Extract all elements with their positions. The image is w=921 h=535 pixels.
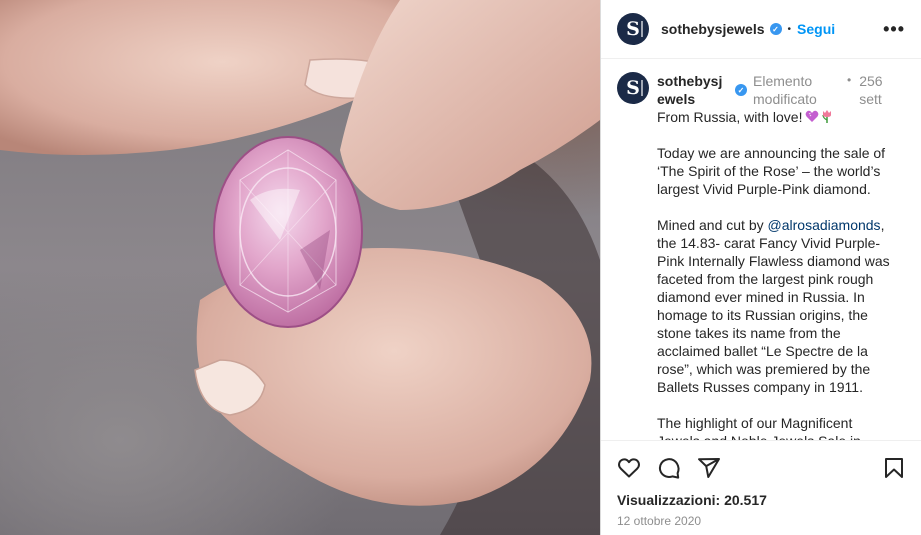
avatar[interactable]: S [617, 13, 649, 45]
caption-verified-mark: ✓ [737, 85, 745, 95]
tulip-icon [821, 109, 833, 124]
post-date[interactable]: 12 ottobre 2020 [617, 514, 906, 528]
post-actions: Visualizzazioni: 20.517 12 ottobre 2020 [601, 440, 921, 535]
more-options-icon[interactable]: ••• [883, 19, 905, 40]
action-icons [617, 441, 906, 495]
caption-paragraph-3: Mined and cut by @alrosadiamonds, the 14… [657, 216, 897, 396]
comment-icon[interactable] [657, 456, 681, 480]
verified-badge-icon: ✓ [769, 23, 782, 35]
mention-link[interactable]: @alrosadiamonds [768, 217, 881, 233]
caption-avatar-letter: S [626, 77, 640, 99]
caption-text: From Russia, with love! Today we are ann… [657, 108, 897, 440]
avatar-letter: S [626, 18, 640, 40]
caption-paragraph-2: Today we are announcing the sale of ‘The… [657, 145, 886, 197]
follow-button[interactable]: Segui [797, 21, 835, 37]
caption-paragraph-4: The highlight of our Magnificent Jewels … [657, 415, 861, 440]
bookmark-icon[interactable] [882, 456, 906, 480]
post-time-link[interactable]: 256 sett [859, 72, 893, 108]
caption-intro-text: From Russia, with love! [657, 109, 803, 125]
post-header: S sothebysjewels ✓ • Segui ••• [601, 0, 921, 59]
edited-label: Elemento modificato [753, 73, 817, 107]
purple-heart-icon [805, 109, 819, 122]
heart-icon[interactable] [617, 456, 641, 480]
caption-separator-dot: • [847, 73, 852, 87]
separator-dot: • [787, 23, 792, 35]
caption-username-line2: ewels [657, 91, 696, 107]
caption-username-link[interactable]: sothebysj ewels [657, 72, 733, 108]
username-link[interactable]: sothebysjewels [661, 21, 765, 37]
caption-verified-badge-icon: ✓ [735, 84, 747, 96]
caption-paragraph-3-prefix: Mined and cut by [657, 217, 768, 233]
share-icon[interactable] [697, 456, 721, 480]
post-sidebar: S sothebysjewels ✓ • Segui ••• S sotheby… [600, 0, 921, 535]
caption-avatar[interactable]: S [617, 72, 649, 104]
caption-scroll-area[interactable]: S sothebysj ewels ✓ Elemento modificato … [601, 60, 921, 440]
post-image[interactable] [0, 0, 600, 535]
caption-username-line1: sothebysj [657, 73, 723, 89]
caption-paragraph-3-rest: , the 14.83- carat Fancy Vivid Purple-Pi… [657, 217, 890, 395]
views-count: Visualizzazioni: 20.517 [617, 492, 767, 508]
verified-mark: ✓ [772, 24, 779, 34]
diamond-photo-illustration [0, 0, 600, 535]
caption-intro: From Russia, with love! [657, 108, 897, 126]
caption-header: S sothebysj ewels ✓ Elemento modificato … [617, 72, 906, 108]
